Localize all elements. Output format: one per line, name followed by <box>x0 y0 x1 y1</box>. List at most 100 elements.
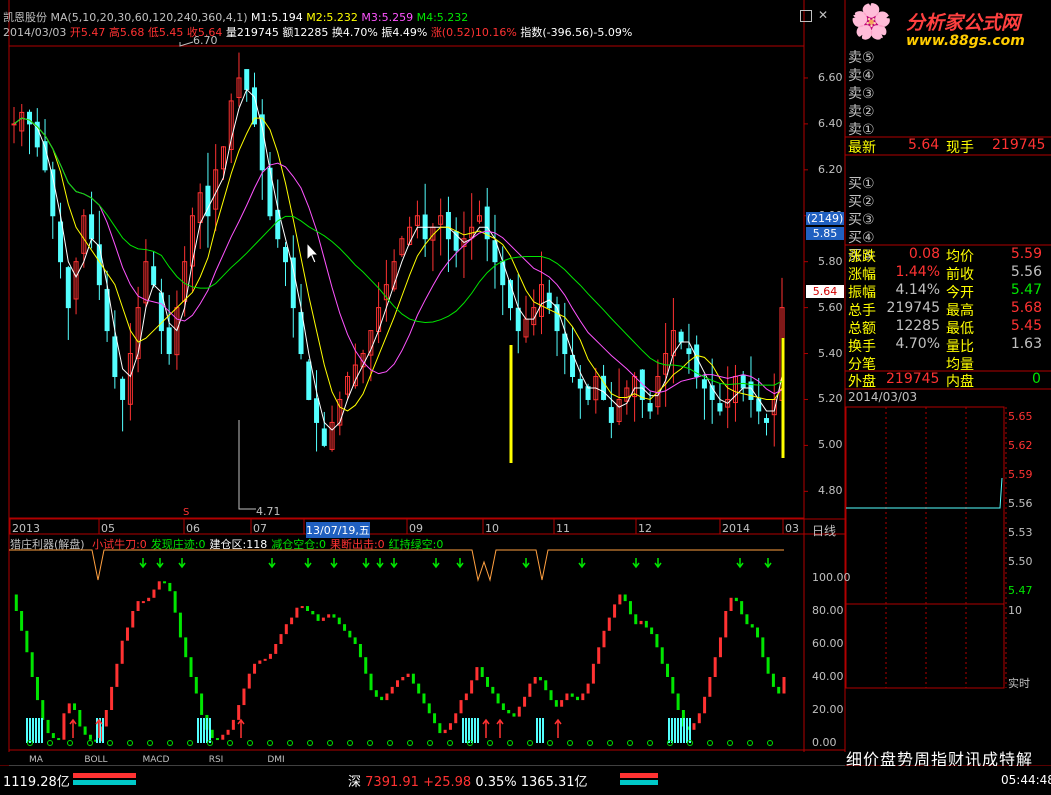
indicator-bar-down <box>676 693 680 710</box>
candle-down <box>585 386 591 400</box>
indicator-bar-down <box>766 657 770 674</box>
stat-value: 5.59 <box>1010 246 1042 262</box>
stat-value: 5.47 <box>1010 282 1042 298</box>
indicator-bar-down <box>570 693 574 697</box>
low-price-label: 4.71 <box>256 505 281 518</box>
hand-label: 现手 <box>946 140 974 156</box>
accumulation-line <box>9 549 784 582</box>
down-arrow-icon <box>456 558 464 569</box>
price-tick: 5.40 <box>818 346 843 360</box>
price-tick: 4.80 <box>818 484 843 498</box>
indicator-bar-down <box>538 677 542 681</box>
status-index-amount: 1365.31亿 <box>520 775 588 790</box>
stat-row: 涨幅 1.44% 前收 5.56 <box>848 264 1046 283</box>
candle-down <box>65 267 71 309</box>
period-label[interactable]: 日线 <box>812 522 836 539</box>
indicator-bar-down <box>750 624 754 628</box>
candle-down <box>686 348 692 355</box>
sell-level: 卖④ <box>848 65 1046 84</box>
signal-block <box>683 718 685 743</box>
indicator-item: 小试牛刀:0 <box>92 538 147 551</box>
candle-down <box>717 403 723 412</box>
status-index-change: +25.98 <box>423 775 472 790</box>
indicator-bar-down <box>486 677 490 687</box>
indicator-bar-down <box>41 700 45 720</box>
tab-rsi[interactable]: RSI <box>190 754 242 766</box>
signal-block <box>468 718 470 743</box>
baseline-marker <box>287 740 293 746</box>
indicator-bar-up <box>300 606 304 609</box>
buy-level: 买④ <box>848 227 1046 246</box>
mini-realtime-label: 实时 <box>1008 677 1030 690</box>
candle-down <box>577 378 583 389</box>
status-bar-up <box>73 773 136 778</box>
indicator-bar-up <box>321 617 325 621</box>
indicator-bar-down <box>734 597 738 602</box>
buy-label: 买① <box>848 176 875 192</box>
indicator-bar-up <box>448 723 452 730</box>
down-arrow-icon <box>522 558 530 569</box>
tab-ma[interactable]: MA <box>10 754 62 766</box>
signal-block <box>671 718 673 743</box>
indicator-bar-down <box>655 634 659 648</box>
header-line-1: 凯恩股份 MA(5,10,20,30,60,120,240,360,4,1) M… <box>3 9 468 25</box>
mini-price-tick: 5.56 <box>1008 497 1033 510</box>
baseline-marker <box>87 740 93 746</box>
indicator-item: 红持绿空:0 <box>388 538 444 551</box>
tab-macd[interactable]: MACD <box>130 754 182 766</box>
outer-value: 219745 <box>886 371 940 387</box>
stat-label: 前收 <box>946 267 974 283</box>
baseline-marker <box>327 740 333 746</box>
indicator-bar-down <box>184 637 188 658</box>
indicator-bar-up <box>729 597 733 611</box>
high-price-label: 6.70 <box>193 34 218 47</box>
signal-block <box>206 718 208 743</box>
stat-label: 换手 <box>848 339 876 355</box>
ma-params: MA(5,10,20,30,60,120,240,360,4,1) <box>50 11 248 24</box>
indicator-item: 发现庄迹:0 <box>150 538 206 551</box>
sell-label: 卖⑤ <box>848 50 875 66</box>
indicator-bar-down <box>427 703 431 714</box>
restore-window-button[interactable] <box>800 10 812 22</box>
status-clock: 05:44:48 <box>1001 773 1051 787</box>
indicator-bar-up <box>618 594 622 605</box>
indicator-bar-up <box>443 729 447 734</box>
mini-volume-tick: 10 <box>1008 604 1022 617</box>
indicator-bar-down <box>25 630 29 653</box>
indicator-tick: 40.00 <box>812 670 844 683</box>
mini-price-tick: 5.53 <box>1008 526 1033 539</box>
date-tick: 10 <box>485 522 499 535</box>
indicator-bar-down <box>14 594 18 611</box>
indicator-bar-down <box>777 686 781 694</box>
signal-block <box>197 718 199 743</box>
indicator-bar-up <box>67 703 71 714</box>
signal-block <box>680 718 682 743</box>
header-line-2: 2014/03/03 开5.47 高5.68 低5.45 收5.64 量2197… <box>3 24 632 40</box>
close-icon[interactable]: ✕ <box>818 8 828 22</box>
tab-boll[interactable]: BOLL <box>70 754 122 766</box>
indicator-bar-down <box>337 617 341 625</box>
status-left-amount: 1119.28亿 <box>3 775 70 790</box>
indicator-bar-down <box>305 606 309 611</box>
candle-down <box>112 336 118 378</box>
quote-date: 2014/03/03 <box>3 26 67 39</box>
tab-dmi[interactable]: DMI <box>250 754 302 766</box>
indicator-bar-up <box>523 696 527 707</box>
down-arrow-icon <box>736 558 744 569</box>
stat-value: 219745 <box>886 300 940 316</box>
candle-down <box>701 379 707 389</box>
open-value: 开5.47 <box>69 26 106 39</box>
indicator-bar-down <box>348 630 352 638</box>
buy-level: 买② <box>848 191 1046 210</box>
indicator-bar-down <box>576 696 580 701</box>
date-tick: 06 <box>186 522 200 535</box>
indicator-name[interactable]: 猎庄利器(解盘) <box>10 538 85 551</box>
indicator-bar-down <box>332 614 336 618</box>
low-leader <box>238 420 256 510</box>
indicator-bar-up <box>237 705 241 720</box>
indicator-bar-up <box>390 686 394 694</box>
indicator-bar-down <box>168 582 172 592</box>
baseline-marker <box>167 740 173 746</box>
indicator-item: 建仓区:118 <box>209 538 268 551</box>
stat-value: 5.56 <box>1010 264 1042 280</box>
